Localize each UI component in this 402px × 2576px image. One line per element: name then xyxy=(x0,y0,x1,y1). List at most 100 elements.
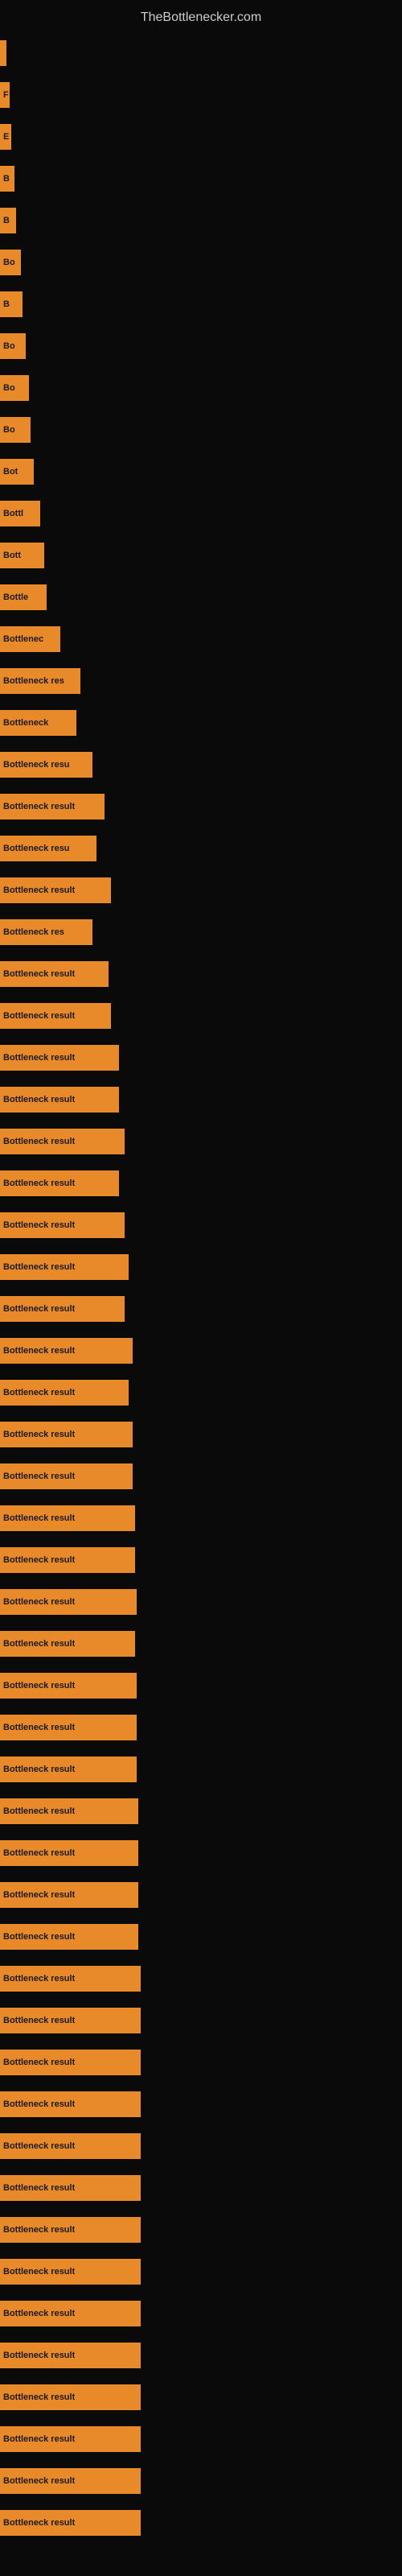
bar-row: B xyxy=(0,158,402,200)
bar-label-32: Bottleneck result xyxy=(3,1346,75,1356)
bar-row: Bottleneck result xyxy=(0,2083,402,2125)
bar-row: Bottleneck result xyxy=(0,869,402,911)
bar-label-49: Bottleneck result xyxy=(3,2058,75,2067)
bar-label-60: Bottleneck result xyxy=(3,2518,75,2528)
bar-52: Bottleneck result xyxy=(0,2175,141,2201)
bar-label-2: F xyxy=(3,90,9,100)
bar-label-47: Bottleneck result xyxy=(3,1974,75,1984)
bar-17: Bottleneck xyxy=(0,710,76,736)
bar-label-22: Bottleneck res xyxy=(3,927,64,937)
bar-row: Bottleneck res xyxy=(0,911,402,953)
bar-36: Bottleneck result xyxy=(0,1505,135,1531)
bar-label-8: Bo xyxy=(3,341,15,351)
bar-15: Bottlenec xyxy=(0,626,60,652)
bar-row: Bottleneck result xyxy=(0,1121,402,1162)
bar-label-21: Bottleneck result xyxy=(3,886,75,895)
bar-20: Bottleneck resu xyxy=(0,836,96,861)
bar-row: Bo xyxy=(0,325,402,367)
bar-row: Bottleneck result xyxy=(0,1330,402,1372)
bar-label-30: Bottleneck result xyxy=(3,1262,75,1272)
site-title: TheBottlenecker.com xyxy=(0,4,402,31)
bar-30: Bottleneck result xyxy=(0,1254,129,1280)
bar-row: Bottleneck result xyxy=(0,2251,402,2293)
bar-label-15: Bottlenec xyxy=(3,634,43,644)
bar-row: Bott xyxy=(0,535,402,576)
bar-42: Bottleneck result xyxy=(0,1757,137,1782)
bar-10: Bo xyxy=(0,417,31,443)
bar-59: Bottleneck result xyxy=(0,2468,141,2494)
bar-row: Bo xyxy=(0,367,402,409)
bar-56: Bottleneck result xyxy=(0,2343,141,2368)
bar-label-29: Bottleneck result xyxy=(3,1220,75,1230)
bar-58: Bottleneck result xyxy=(0,2426,141,2452)
bar-row: Bottleneck result xyxy=(0,1748,402,1790)
bar-row: Bottleneck result xyxy=(0,1958,402,2000)
bar-60: Bottleneck result xyxy=(0,2510,141,2536)
bar-row: Bottleneck result xyxy=(0,2418,402,2460)
bar-row: Bo xyxy=(0,242,402,283)
bar-49: Bottleneck result xyxy=(0,2050,141,2075)
bar-row: Bottleneck result xyxy=(0,1162,402,1204)
bar-label-12: Bottl xyxy=(3,509,23,518)
bar-48: Bottleneck result xyxy=(0,2008,141,2033)
bar-row: Bottleneck result xyxy=(0,2000,402,2041)
bar-2: F xyxy=(0,82,10,108)
bar-label-57: Bottleneck result xyxy=(3,2392,75,2402)
bar-label-45: Bottleneck result xyxy=(3,1890,75,1900)
bar-label-28: Bottleneck result xyxy=(3,1179,75,1188)
bar-43: Bottleneck result xyxy=(0,1798,138,1824)
bar-label-18: Bottleneck resu xyxy=(3,760,70,770)
bar-label-44: Bottleneck result xyxy=(3,1848,75,1858)
bar-row: Bottleneck result xyxy=(0,2041,402,2083)
bar-label-41: Bottleneck result xyxy=(3,1723,75,1732)
bar-16: Bottleneck res xyxy=(0,668,80,694)
bar-53: Bottleneck result xyxy=(0,2217,141,2243)
bar-row: Bottleneck result xyxy=(0,953,402,995)
bar-label-34: Bottleneck result xyxy=(3,1430,75,1439)
bar-row: Bottleneck res xyxy=(0,660,402,702)
bar-6: Bo xyxy=(0,250,21,275)
bar-label-17: Bottleneck xyxy=(3,718,48,728)
bar-row: Bottleneck result xyxy=(0,1497,402,1539)
bar-row: Bottle xyxy=(0,576,402,618)
bar-label-53: Bottleneck result xyxy=(3,2225,75,2235)
bar-row: Bottleneck result xyxy=(0,1246,402,1288)
bar-row: Bottleneck result xyxy=(0,1790,402,1832)
bar-label-23: Bottleneck result xyxy=(3,969,75,979)
bar-24: Bottleneck result xyxy=(0,1003,111,1029)
bar-label-14: Bottle xyxy=(3,592,28,602)
bar-12: Bottl xyxy=(0,501,40,526)
bar-label-38: Bottleneck result xyxy=(3,1597,75,1607)
bar-row: Bottleneck result xyxy=(0,1455,402,1497)
bar-5: B xyxy=(0,208,16,233)
bar-row: Bottleneck result xyxy=(0,2125,402,2167)
bar-row: Bottleneck result xyxy=(0,1204,402,1246)
bar-31: Bottleneck result xyxy=(0,1296,125,1322)
bar-row: Bottleneck result xyxy=(0,1665,402,1707)
bar-row: Bottleneck result xyxy=(0,2376,402,2418)
bar-label-55: Bottleneck result xyxy=(3,2309,75,2318)
bar-row: Bottleneck resu xyxy=(0,828,402,869)
bar-8: Bo xyxy=(0,333,26,359)
bar-label-10: Bo xyxy=(3,425,15,435)
bar-1 xyxy=(0,40,6,66)
bar-row: Bottl xyxy=(0,493,402,535)
bar-label-19: Bottleneck result xyxy=(3,802,75,811)
bar-row: Bottleneck result xyxy=(0,1037,402,1079)
bar-row: Bottleneck result xyxy=(0,786,402,828)
bar-label-50: Bottleneck result xyxy=(3,2099,75,2109)
bar-label-35: Bottleneck result xyxy=(3,1472,75,1481)
bar-label-46: Bottleneck result xyxy=(3,1932,75,1942)
bar-38: Bottleneck result xyxy=(0,1589,137,1615)
bar-row: Bottleneck result xyxy=(0,1916,402,1958)
bar-label-56: Bottleneck result xyxy=(3,2351,75,2360)
bar-label-51: Bottleneck result xyxy=(3,2141,75,2151)
bar-row: Bottleneck result xyxy=(0,1581,402,1623)
bar-50: Bottleneck result xyxy=(0,2091,141,2117)
bar-label-13: Bott xyxy=(3,551,21,560)
bar-19: Bottleneck result xyxy=(0,794,105,819)
bar-label-7: B xyxy=(3,299,10,309)
bar-4: B xyxy=(0,166,14,192)
bar-row: Bottleneck result xyxy=(0,2293,402,2334)
bar-25: Bottleneck result xyxy=(0,1045,119,1071)
